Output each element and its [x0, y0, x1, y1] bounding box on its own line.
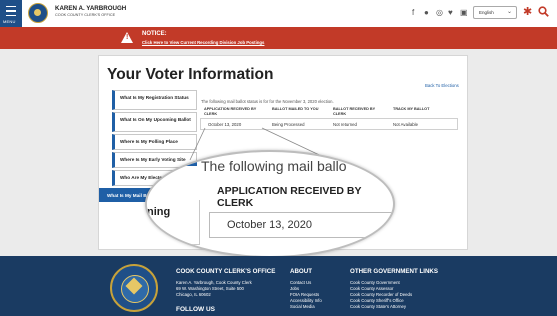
footer-link-recorder-of-deeds[interactable]: Cook County Recorder of Deeds — [350, 292, 412, 297]
footer-office-line: Karen A. Yarbrough, Cook County Clerk — [176, 280, 252, 285]
footer-about-title: ABOUT — [290, 268, 312, 275]
footer-office-line: Chicago, IL 60602 — [176, 292, 211, 297]
footer-link-cook-county-government[interactable]: Cook County Government — [350, 280, 400, 285]
footer-office-title: COOK COUNTY CLERK'S OFFICE — [176, 268, 276, 275]
footer-link-contact-us[interactable]: Contact Us — [290, 280, 311, 285]
footer-link-states-attorney[interactable]: Cook County State's Attorney — [350, 304, 406, 309]
page: MENU KAREN A. YARBROUGH COOK COUNTY CLER… — [0, 0, 557, 316]
footer-seal-logo — [110, 264, 158, 312]
footer-link-jobs[interactable]: Jobs — [290, 286, 299, 291]
zoom-column-header: APPLICATION RECEIVED BY CLERK — [217, 185, 362, 209]
zoom-sidebar-active-fragment — [147, 152, 197, 166]
footer-link-foia[interactable]: FOIA Requests — [290, 292, 319, 297]
magnified-callout: ning The following mail ballo APPLICATIO… — [145, 150, 395, 258]
site-footer — [0, 256, 557, 316]
zoom-application-date: October 13, 2020 — [227, 219, 313, 231]
footer-link-social-media[interactable]: Social Media — [290, 304, 315, 309]
zoom-intro-text: The following mail ballo — [201, 158, 347, 174]
zoom-sidebar-text: ning — [147, 206, 171, 218]
footer-link-sheriffs-office[interactable]: Cook County Sheriff's Office — [350, 298, 404, 303]
footer-link-cook-county-assessor[interactable]: Cook County Assessor — [350, 286, 393, 291]
footer-gov-links-title: OTHER GOVERNMENT LINKS — [350, 268, 439, 275]
footer-link-accessibility[interactable]: Accessibility Info — [290, 298, 322, 303]
footer-follow-us: FOLLOW US — [176, 306, 215, 313]
footer-office-line: 69 W. Washington Street, Suite 500 — [176, 286, 244, 291]
